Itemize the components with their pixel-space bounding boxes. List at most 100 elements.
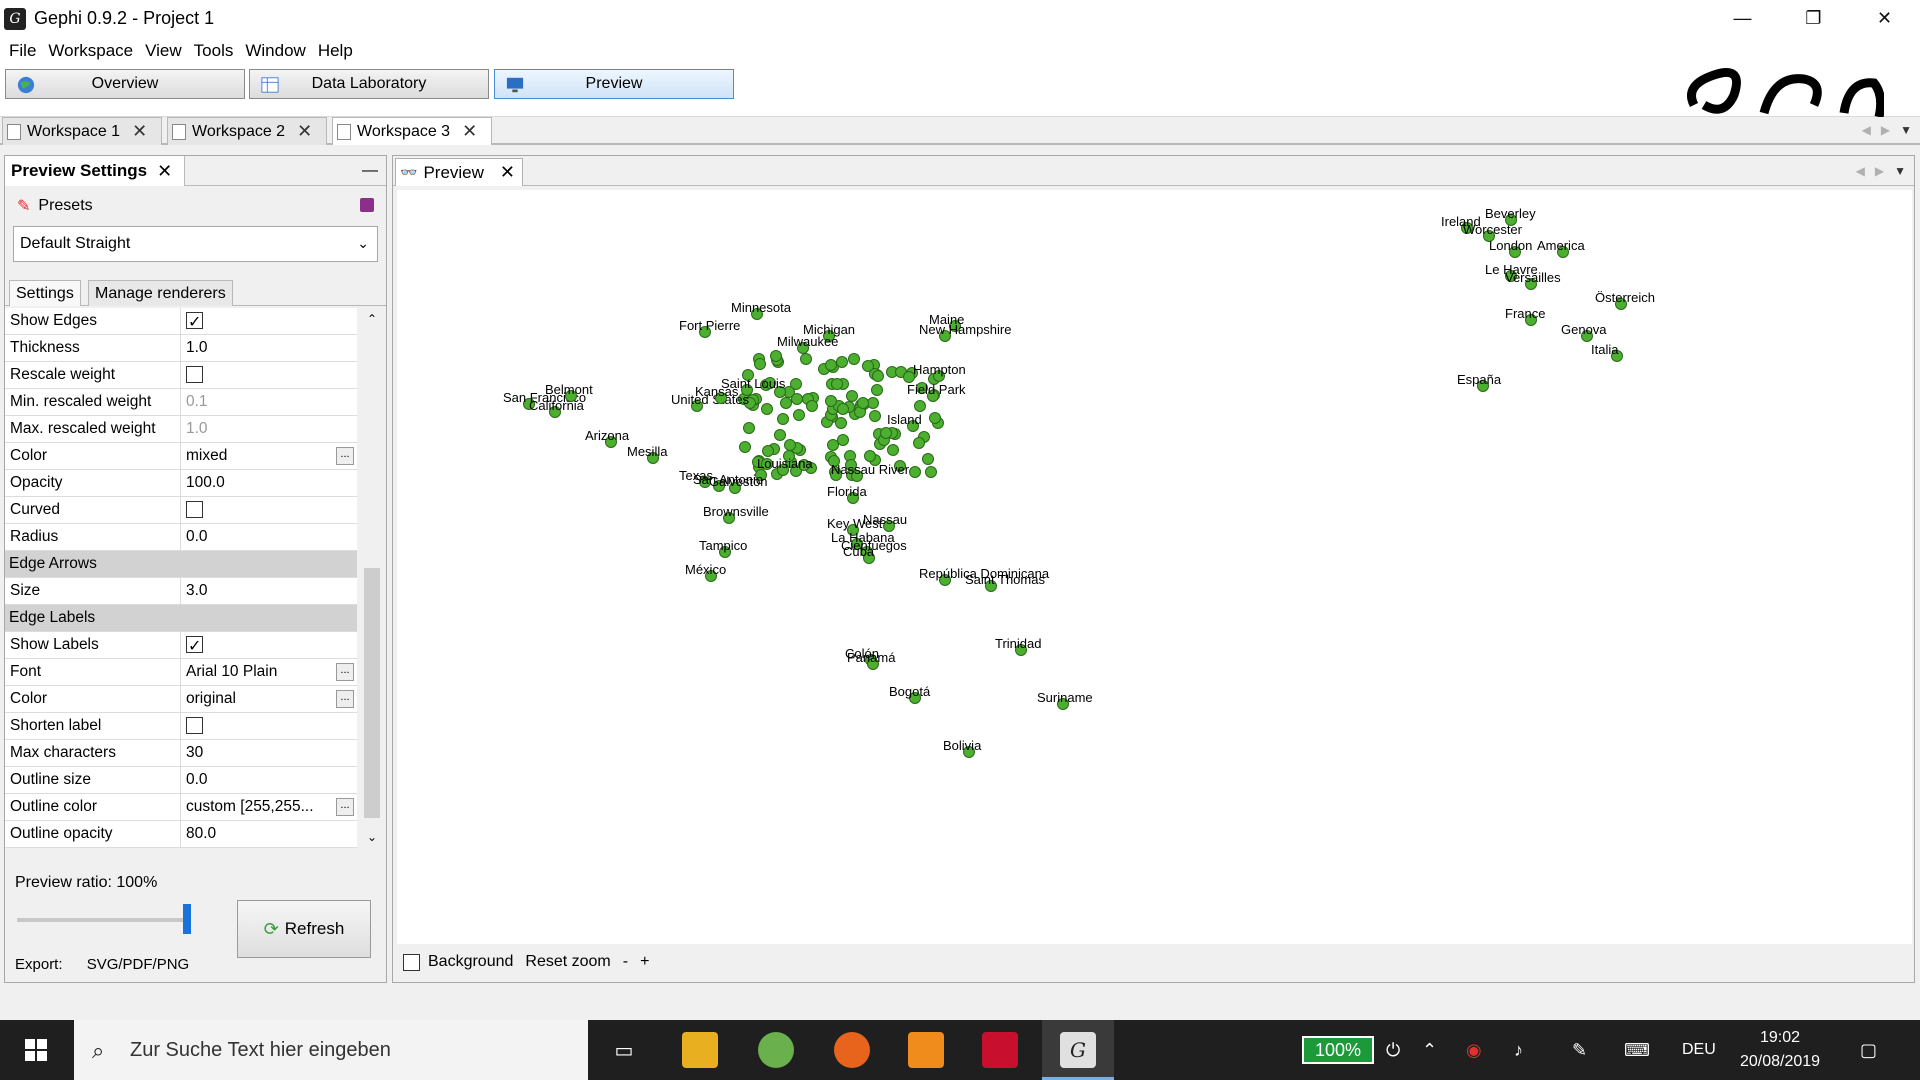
sublime-icon[interactable] xyxy=(908,1032,944,1068)
property-value[interactable]: Arial 10 Plain... xyxy=(181,659,357,685)
preset-select[interactable]: Default Straight ⌄ xyxy=(13,226,378,262)
task-view-icon[interactable]: ▭ xyxy=(606,1032,642,1068)
restore-button[interactable]: ❐ xyxy=(1778,0,1849,37)
property-value[interactable]: 1.0 xyxy=(181,335,357,361)
refresh-button[interactable]: ⟳ Refresh xyxy=(237,900,371,958)
property-value[interactable] xyxy=(181,362,357,388)
battery-indicator[interactable]: 100% xyxy=(1302,1036,1374,1064)
property-checkbox[interactable] xyxy=(186,717,203,734)
property-value[interactable]: 0.0 xyxy=(181,767,357,793)
graph-node xyxy=(872,370,885,383)
taskbar-search[interactable]: ⌕ Zur Suche Text hier eingeben xyxy=(74,1020,588,1080)
menu-file[interactable]: File xyxy=(3,37,42,65)
menu-help[interactable]: Help xyxy=(312,37,359,65)
acrobat-icon[interactable] xyxy=(982,1032,1018,1068)
property-section[interactable]: Edge Arrows xyxy=(5,551,357,578)
save-icon[interactable] xyxy=(360,198,374,212)
menu-window[interactable]: Window xyxy=(239,37,311,65)
minimize-button[interactable]: — xyxy=(1707,0,1778,37)
menu-workspace[interactable]: Workspace xyxy=(42,37,139,65)
tab-settings[interactable]: Settings xyxy=(9,280,81,306)
property-value[interactable]: 0.1 xyxy=(181,389,357,415)
dropdown-arrow-icon[interactable]: ▼ xyxy=(1900,123,1912,137)
zoom-out-button[interactable]: - xyxy=(623,953,628,971)
tab-workspace-3[interactable]: Workspace 3 ✕ xyxy=(332,117,492,145)
gephi-taskbar-item[interactable]: G xyxy=(1042,1020,1114,1080)
menu-view[interactable]: View xyxy=(139,37,188,65)
preview-ratio-slider[interactable] xyxy=(17,918,187,922)
tab-workspace-2[interactable]: Workspace 2 ✕ xyxy=(167,117,327,145)
property-value[interactable]: 30 xyxy=(181,740,357,766)
property-value[interactable]: 0.0 xyxy=(181,524,357,550)
property-row: Shorten label xyxy=(5,713,357,740)
property-value[interactable] xyxy=(181,713,357,739)
ellipsis-button[interactable]: ... xyxy=(336,690,354,708)
volume-icon[interactable]: ♪ xyxy=(1514,1020,1523,1080)
property-checkbox[interactable] xyxy=(186,501,203,518)
start-button[interactable] xyxy=(0,1020,72,1080)
data-laboratory-button[interactable]: Data Laboratory xyxy=(249,69,489,99)
property-value[interactable]: mixed... xyxy=(181,443,357,469)
scroll-thumb[interactable] xyxy=(364,568,380,818)
ellipsis-button[interactable]: ... xyxy=(336,447,354,465)
ellipsis-button[interactable]: ... xyxy=(336,663,354,681)
left-arrow-icon[interactable]: ◀ xyxy=(1856,164,1865,178)
property-value[interactable] xyxy=(181,308,357,334)
preview-button[interactable]: Preview xyxy=(494,69,734,99)
property-value[interactable]: custom [255,255...... xyxy=(181,794,357,820)
minimize-icon[interactable]: — xyxy=(362,162,378,180)
property-value[interactable]: 100.0 xyxy=(181,470,357,496)
property-value[interactable] xyxy=(181,497,357,523)
reset-zoom-button[interactable]: Reset zoom xyxy=(525,953,610,971)
property-value[interactable]: 3.0 xyxy=(181,578,357,604)
close-icon[interactable]: ✕ xyxy=(500,162,515,183)
export-formats-link[interactable]: SVG/PDF/PNG xyxy=(87,956,190,973)
menu-tools[interactable]: Tools xyxy=(188,37,240,65)
scroll-down-icon[interactable]: ⌄ xyxy=(358,830,386,844)
graph-canvas[interactable]: Minnesota Fort Pierre Michigan Milwaukee Mai… xyxy=(397,190,1912,944)
search-icon: ⌕ xyxy=(92,1038,105,1063)
property-checkbox[interactable] xyxy=(186,366,203,383)
refresh-label: Refresh xyxy=(284,919,345,938)
dropdown-arrow-icon[interactable]: ▼ xyxy=(1894,164,1906,178)
slider-thumb[interactable] xyxy=(183,904,191,934)
antivirus-icon[interactable]: ◉ xyxy=(1466,1020,1482,1080)
close-tab-icon[interactable]: ✕ xyxy=(297,121,312,142)
zoom-in-button[interactable]: + xyxy=(640,953,649,971)
tab-workspace-1[interactable]: Workspace 1 ✕ xyxy=(2,117,162,145)
node-label: America xyxy=(1537,238,1585,253)
tab-preview[interactable]: 👓 Preview ✕ xyxy=(395,158,523,186)
right-arrow-icon[interactable]: ▶ xyxy=(1875,164,1884,178)
scroll-up-icon[interactable]: ⌃ xyxy=(358,312,386,326)
left-arrow-icon[interactable]: ◀ xyxy=(1862,123,1871,137)
property-checkbox[interactable] xyxy=(186,634,203,658)
ellipsis-button[interactable]: ... xyxy=(336,798,354,816)
property-section[interactable]: Edge Labels xyxy=(5,605,357,632)
notifications-icon[interactable]: ▢ xyxy=(1860,1020,1877,1080)
property-value[interactable] xyxy=(181,632,357,658)
keyboard-icon[interactable]: ⌨ xyxy=(1624,1020,1650,1080)
file-explorer-icon[interactable] xyxy=(682,1032,718,1068)
qgis-icon[interactable] xyxy=(758,1032,794,1068)
pen-icon[interactable]: ✎ xyxy=(1572,1020,1587,1080)
property-value[interactable]: 80.0 xyxy=(181,821,357,847)
clock[interactable]: 19:02 20/08/2019 xyxy=(1730,1026,1830,1074)
property-value[interactable]: original... xyxy=(181,686,357,712)
close-icon[interactable]: ✕ xyxy=(157,161,172,182)
close-tab-icon[interactable]: ✕ xyxy=(462,121,477,142)
language-indicator[interactable]: DEU xyxy=(1682,1020,1716,1080)
property-row: Opacity 100.0 xyxy=(5,470,357,497)
background-checkbox[interactable] xyxy=(403,953,420,971)
property-value[interactable]: 1.0 xyxy=(181,416,357,442)
property-scrollbar[interactable]: ⌃ ⌄ xyxy=(358,308,386,848)
overview-button[interactable]: Overview xyxy=(5,69,245,99)
close-tab-icon[interactable]: ✕ xyxy=(132,121,147,142)
tab-manage-renderers[interactable]: Manage renderers xyxy=(88,280,233,306)
tab-preview-settings[interactable]: Preview Settings ✕ xyxy=(5,156,185,186)
power-plug-icon[interactable]: ⏻ xyxy=(1386,1020,1400,1080)
property-checkbox[interactable] xyxy=(186,310,203,334)
right-arrow-icon[interactable]: ▶ xyxy=(1881,123,1890,137)
close-button[interactable]: ✕ xyxy=(1849,0,1920,37)
chevron-up-icon[interactable]: ⌃ xyxy=(1422,1020,1437,1080)
firefox-icon[interactable] xyxy=(834,1032,870,1068)
